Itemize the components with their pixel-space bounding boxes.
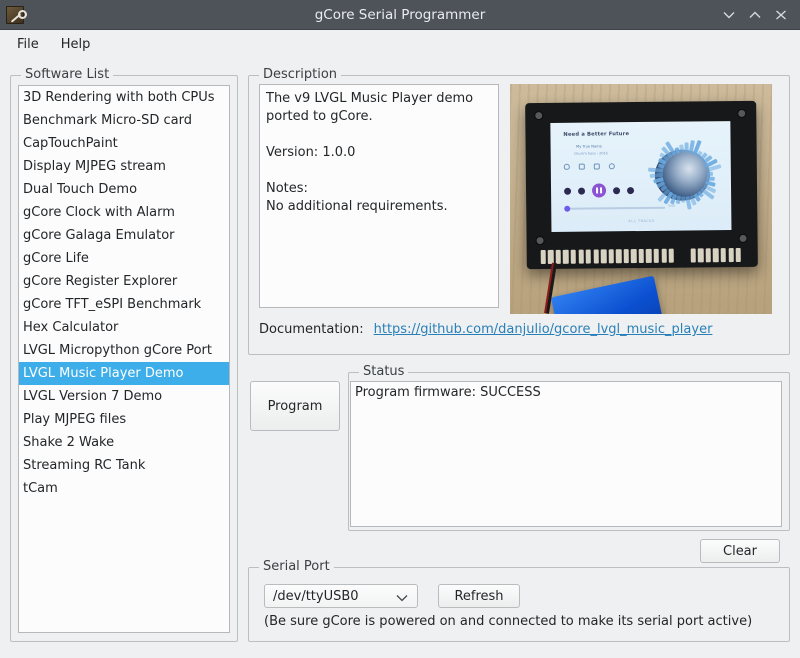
minimize-icon[interactable] [716,0,742,30]
photo-album: Drum'n bass - 2016 [574,152,607,156]
serial-port-value: /dev/ttyUSB0 [273,589,359,604]
description-group: Description The v9 LVGL Music Player dem… [248,68,790,355]
window-controls [716,0,794,30]
list-item[interactable]: gCore TFT_eSPI Benchmark [19,293,229,316]
chevron-down-icon [395,592,409,607]
maximize-icon[interactable] [742,0,768,30]
list-item[interactable]: tCam [19,477,229,500]
list-item[interactable]: LVGL Version 7 Demo [19,385,229,408]
photo-action-icons [563,164,614,171]
description-text: The v9 LVGL Music Player demo ported to … [259,84,499,308]
photo-header-pins-right [690,249,741,263]
list-item[interactable]: gCore Life [19,247,229,270]
list-item[interactable]: gCore Register Explorer [19,270,229,293]
list-item[interactable]: Display MJPEG stream [19,155,229,178]
documentation-row: Documentation: https://github.com/danjul… [259,322,712,337]
list-item[interactable]: Shake 2 Wake [19,431,229,454]
list-item[interactable]: Dual Touch Demo [19,178,229,201]
software-list[interactable]: 3D Rendering with both CPUsBenchmark Mic… [18,85,230,633]
gcore-board-photo: Need a Better Future My True Name Drum'n… [510,84,772,314]
software-list-group: Software List 3D Rendering with both CPU… [10,68,238,642]
list-item[interactable]: Benchmark Micro-SD card [19,109,229,132]
description-title: Description [259,68,341,82]
download-icon [593,164,599,170]
title-bar: gCore Serial Programmer [0,0,800,30]
photo-mount-hole [737,110,746,119]
photo-lcd-screen: Need a Better Future My True Name Drum'n… [550,121,731,232]
photo-equalizer-bar [684,143,688,153]
list-item[interactable]: gCore Galaga Emulator [19,224,229,247]
list-item[interactable]: LVGL Music Player Demo [19,362,229,385]
photo-track-title: Need a Better Future [563,131,629,138]
heart-icon [563,165,569,171]
documentation-link[interactable]: https://github.com/danjulio/gcore_lvgl_m… [374,322,713,337]
photo-artist: My True Name [576,145,602,149]
photo-transport-controls [564,184,634,199]
documentation-label: Documentation: [259,322,364,337]
app-icon [6,6,24,24]
status-group: Status Program firmware: SUCCESS [348,365,790,531]
menu-item-file[interactable]: File [8,34,48,55]
serial-port-title: Serial Port [259,560,334,574]
serial-port-select[interactable]: /dev/ttyUSB0 [264,584,418,608]
photo-all-tracks-label: ALL TRACKS [628,219,655,223]
serial-port-group: Serial Port /dev/ttyUSB0 Refresh (Be sur… [248,560,790,642]
next-icon [613,187,620,194]
photo-mount-hole [739,235,748,244]
photo-header-pins-left [540,249,674,264]
volume-icon [627,187,634,194]
software-list-title: Software List [21,68,113,82]
close-icon[interactable] [768,0,794,30]
refresh-button[interactable]: Refresh [438,584,520,608]
list-item[interactable]: CapTouchPaint [19,132,229,155]
serial-port-note: (Be sure gCore is powered on and connect… [264,614,752,629]
list-item[interactable]: LVGL Micropython gCore Port [19,339,229,362]
photo-mount-hole [534,112,543,121]
status-title: Status [359,365,408,379]
previous-icon [578,188,585,195]
menu-bar: File Help [0,30,800,58]
image-icon [578,164,584,170]
shuffle-icon [564,188,571,195]
list-item[interactable]: 3D Rendering with both CPUs [19,86,229,109]
status-log[interactable]: Program firmware: SUCCESS [350,381,782,527]
list-item[interactable]: Hex Calculator [19,316,229,339]
photo-board: Need a Better Future My True Name Drum'n… [525,101,757,269]
window-title: gCore Serial Programmer [0,7,800,23]
pause-icon [592,184,606,198]
photo-mount-hole [535,237,544,246]
comment-icon [608,164,614,170]
list-item[interactable]: Streaming RC Tank [19,454,229,477]
list-item[interactable]: Play MJPEG files [19,408,229,431]
photo-album-art [644,141,720,210]
list-item[interactable]: gCore Clock with Alarm [19,201,229,224]
photo-equalizer-bar [680,197,684,203]
program-button[interactable]: Program [250,381,340,431]
menu-item-help[interactable]: Help [52,34,100,55]
